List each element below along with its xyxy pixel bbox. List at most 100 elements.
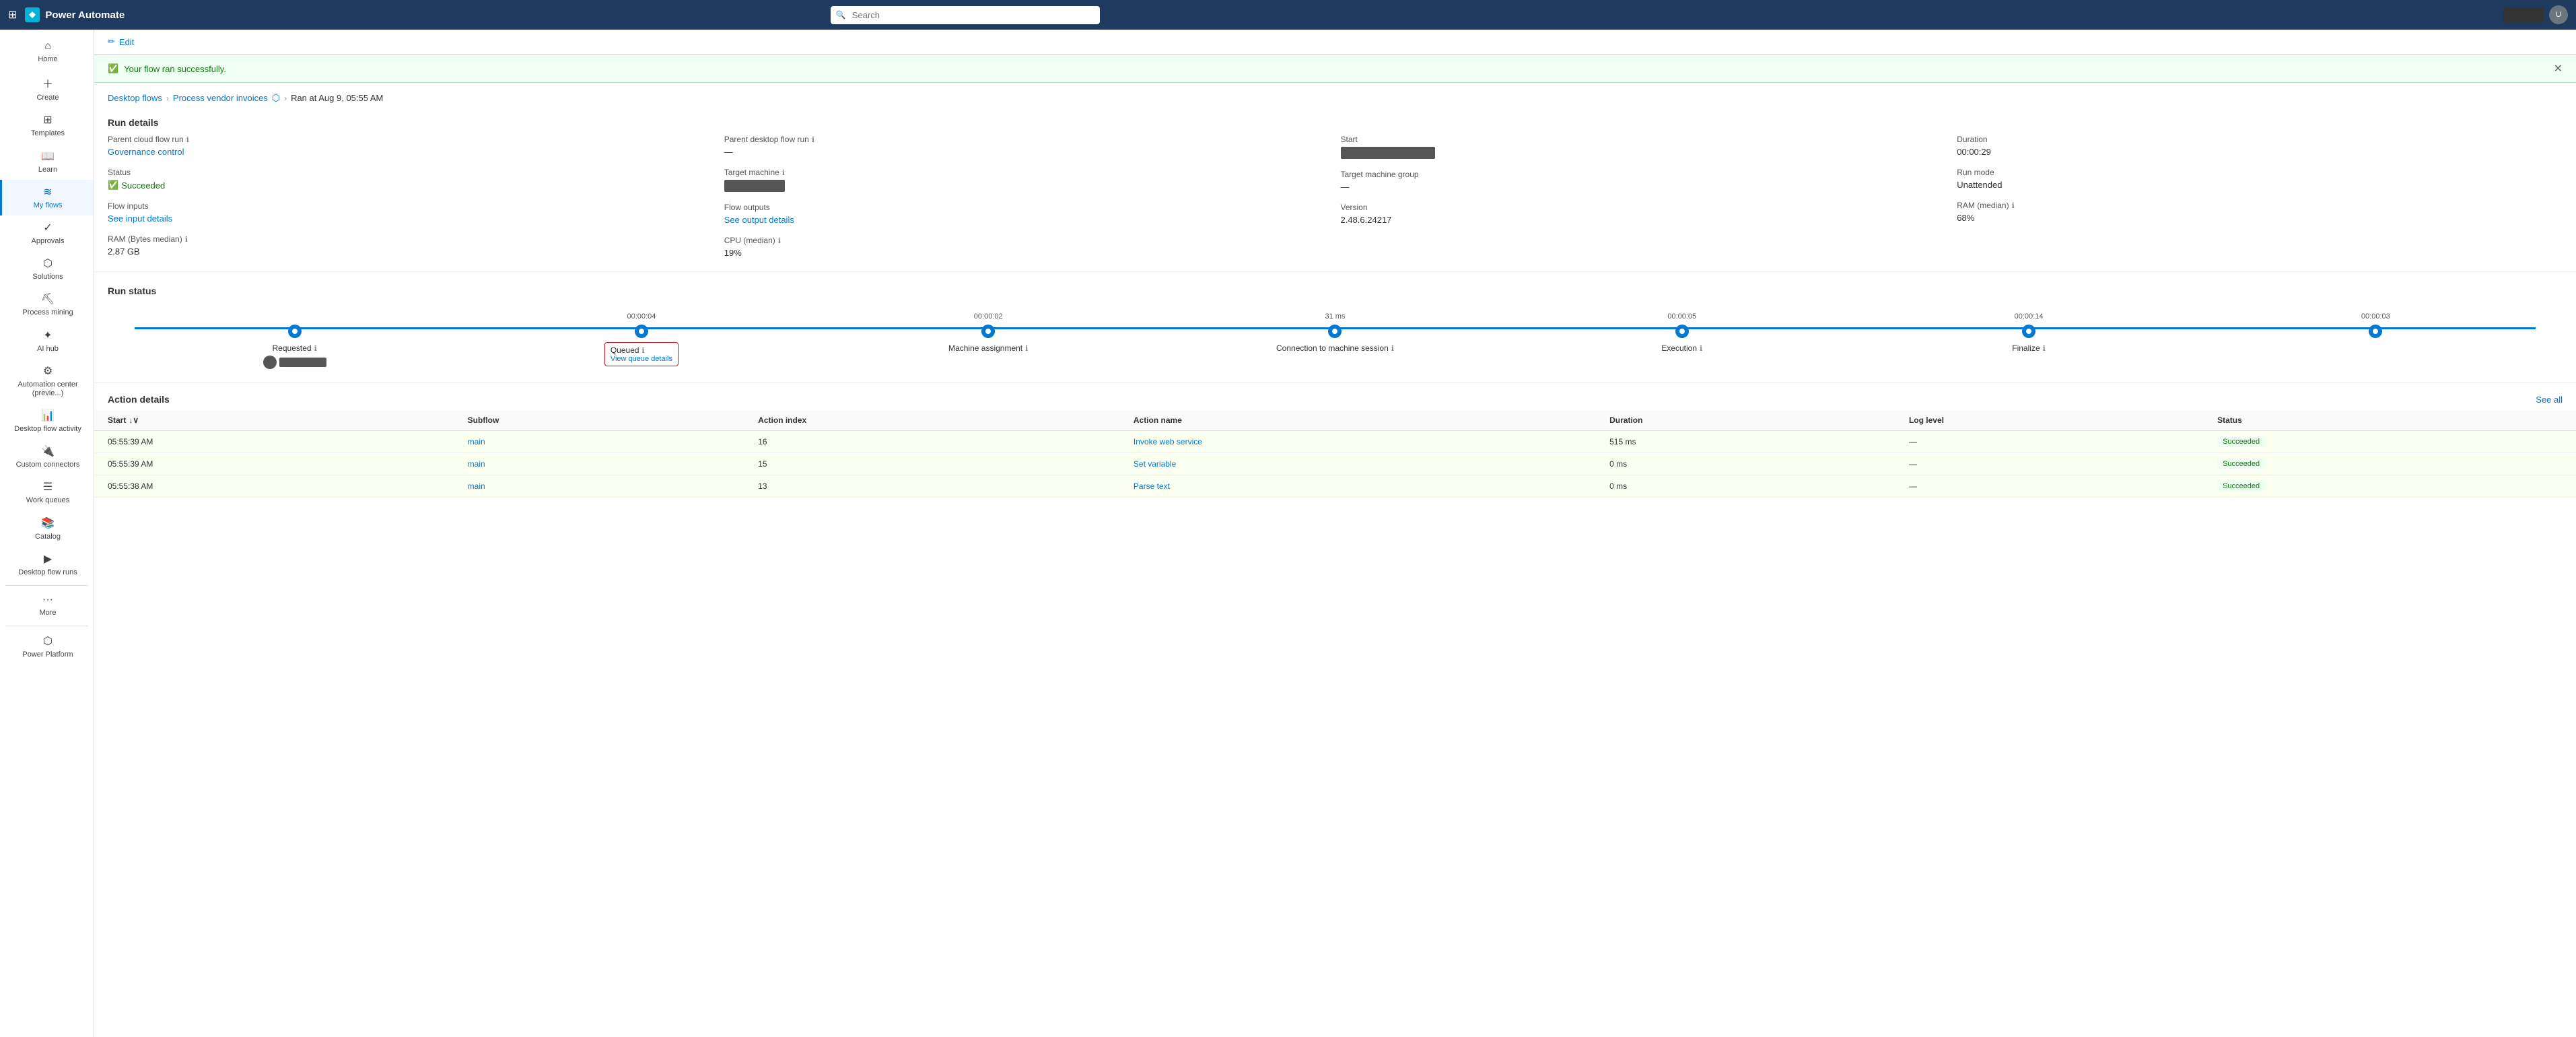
timeline-time-requested — [293, 312, 295, 321]
success-banner: ✅ Your flow ran successfully. ✕ — [94, 55, 2576, 83]
topbar-right: U — [2503, 5, 2568, 24]
col-start: Start ↓∨ — [94, 410, 454, 431]
sidebar-item-create[interactable]: ＋ Create — [0, 69, 94, 108]
action-details-title: Action details — [108, 394, 170, 405]
timeline-time-connection: 31 ms — [1325, 312, 1346, 321]
cell-log-level-1: — — [1895, 453, 2204, 475]
process-mining-icon: ⛏ — [41, 292, 55, 306]
info-icon-2: ℹ — [185, 235, 188, 244]
info-icon-6: ℹ — [2012, 201, 2015, 210]
sidebar-item-home[interactable]: ⌂ Home — [0, 35, 94, 69]
view-queue-details-link[interactable]: View queue details — [611, 355, 672, 363]
sidebar-item-more[interactable]: ··· More — [0, 589, 94, 623]
grid-icon[interactable]: ⊞ — [8, 8, 17, 22]
search-bar[interactable]: 🔍 — [831, 6, 1100, 24]
status-icon: ✅ — [108, 180, 118, 191]
sidebar-item-solutions[interactable]: ⬡ Solutions — [0, 251, 94, 287]
info-icon-1: ℹ — [186, 135, 189, 144]
timeline-label-finalize: Finalize ℹ — [2012, 343, 2046, 353]
col-action-name: Action name — [1120, 410, 1596, 431]
info-icon-5: ℹ — [778, 236, 781, 245]
logo-icon — [25, 7, 40, 22]
sidebar-item-learn-label: Learn — [38, 166, 57, 174]
sidebar-item-desktop-flow-runs[interactable]: ▶ Desktop flow runs — [0, 547, 94, 582]
sidebar-item-ai-hub[interactable]: ✦ AI hub — [0, 323, 94, 359]
sidebar-item-desktop-flow-activity[interactable]: 📊 Desktop flow activity — [0, 403, 94, 439]
cpu-median-value: 19% — [724, 248, 1330, 258]
target-machine-group-label: Target machine group — [1341, 170, 1947, 179]
sidebar-item-templates[interactable]: ⊞ Templates — [0, 108, 94, 143]
templates-icon: ⊞ — [43, 113, 52, 127]
flow-outputs-label: Flow outputs — [724, 203, 1330, 212]
cell-action-name-0[interactable]: Invoke web service — [1120, 431, 1596, 453]
sidebar-item-approvals[interactable]: ✓ Approvals — [0, 215, 94, 251]
breadcrumb-sep-2: › — [284, 94, 287, 103]
home-icon: ⌂ — [44, 40, 51, 53]
cell-status-1: Succeeded — [2204, 453, 2576, 475]
success-close-button[interactable]: ✕ — [2554, 62, 2563, 75]
cell-action-name-2[interactable]: Parse text — [1120, 475, 1596, 498]
cell-action-index-2: 13 — [744, 475, 1120, 498]
sidebar-item-work-queues[interactable]: ☰ Work queues — [0, 475, 94, 510]
cell-action-index-1: 15 — [744, 453, 1120, 475]
sort-icon: ↓∨ — [129, 415, 139, 425]
timeline-dot-queued — [635, 325, 648, 338]
cell-subflow-1[interactable]: main — [454, 453, 745, 475]
status-label: Status — [108, 168, 713, 177]
action-table-body: 05:55:39 AM main 16 Invoke web service 5… — [94, 431, 2576, 498]
timeline-label-connection: Connection to machine session ℹ — [1276, 343, 1394, 353]
target-machine-group-value: — — [1341, 182, 1947, 192]
parent-desktop-flow-run-label: Parent desktop flow run ℹ — [724, 135, 1330, 144]
info-icon-3: ℹ — [812, 135, 814, 144]
search-input[interactable] — [831, 6, 1100, 24]
col-action-index: Action index — [744, 410, 1120, 431]
ram-bytes-median-label: RAM (Bytes median) ℹ — [108, 234, 713, 244]
breadcrumb-flow-name[interactable]: Process vendor invoices — [173, 93, 268, 103]
duration-label: Duration — [1957, 135, 2563, 144]
sidebar-item-catalog[interactable]: 📚 Catalog — [0, 511, 94, 547]
see-input-details-link[interactable]: See input details — [108, 213, 713, 224]
cell-subflow-2[interactable]: main — [454, 475, 745, 498]
breadcrumb-sep-1: › — [166, 94, 169, 103]
timeline-node-requested: Requested ℹ — [121, 312, 468, 369]
sidebar-item-my-flows[interactable]: ≋ My flows — [0, 180, 94, 215]
cell-log-level-2: — — [1895, 475, 2204, 498]
cpu-median-label: CPU (median) ℹ — [724, 236, 1330, 245]
timeline-node-execution: 00:00:05 Execution ℹ — [1508, 312, 1855, 353]
ram-bytes-median-value: 2.87 GB — [108, 246, 713, 257]
see-output-details-link[interactable]: See output details — [724, 215, 1330, 225]
success-message: ✅ Your flow ran successfully. — [108, 63, 226, 74]
sidebar-item-process-mining[interactable]: ⛏ Process mining — [0, 287, 94, 323]
sidebar-item-learn[interactable]: 📖 Learn — [0, 144, 94, 180]
timeline-label-execution: Execution ℹ — [1661, 343, 1702, 353]
governance-control-link[interactable]: Governance control — [108, 147, 713, 157]
cell-subflow-0[interactable]: main — [454, 431, 745, 453]
avatar[interactable]: U — [2549, 5, 2568, 24]
action-table: Start ↓∨ Subflow Action index Action nam… — [94, 410, 2576, 498]
edit-button[interactable]: ✏ Edit — [108, 36, 134, 47]
cell-log-level-0: — — [1895, 431, 2204, 453]
action-details-header: Action details See all — [94, 383, 2576, 410]
topbar-rect — [2503, 7, 2544, 22]
learn-icon: 📖 — [41, 149, 55, 163]
desktop-flow-activity-icon: 📊 — [41, 409, 55, 422]
sidebar-item-custom-connectors[interactable]: 🔌 Custom connectors — [0, 439, 94, 475]
cell-status-0: Succeeded — [2204, 431, 2576, 453]
search-icon: 🔍 — [836, 10, 846, 20]
success-icon: ✅ — [108, 63, 118, 74]
sidebar-item-ai-hub-label: AI hub — [37, 345, 59, 354]
timeline-dot-connection — [1328, 325, 1342, 338]
see-all-link[interactable]: See all — [2536, 395, 2563, 405]
cell-duration-0: 515 ms — [1596, 431, 1895, 453]
work-queues-icon: ☰ — [43, 480, 53, 494]
timeline-label-requested: Requested ℹ — [273, 343, 317, 353]
solutions-icon: ⬡ — [43, 257, 53, 270]
sidebar-item-automation-center[interactable]: ⚙ Automation center (previe...) — [0, 359, 94, 403]
timeline-time-machine-assignment: 00:00:02 — [974, 312, 1003, 321]
target-machine-label: Target machine ℹ — [724, 168, 1330, 177]
timeline-dot-finalize — [2022, 325, 2035, 338]
cell-action-name-1[interactable]: Set variable — [1120, 453, 1596, 475]
sidebar-item-custom-connectors-label: Custom connectors — [16, 461, 80, 469]
sidebar-item-power-platform[interactable]: ⬡ Power Platform — [0, 629, 94, 665]
breadcrumb-desktop-flows[interactable]: Desktop flows — [108, 93, 162, 103]
